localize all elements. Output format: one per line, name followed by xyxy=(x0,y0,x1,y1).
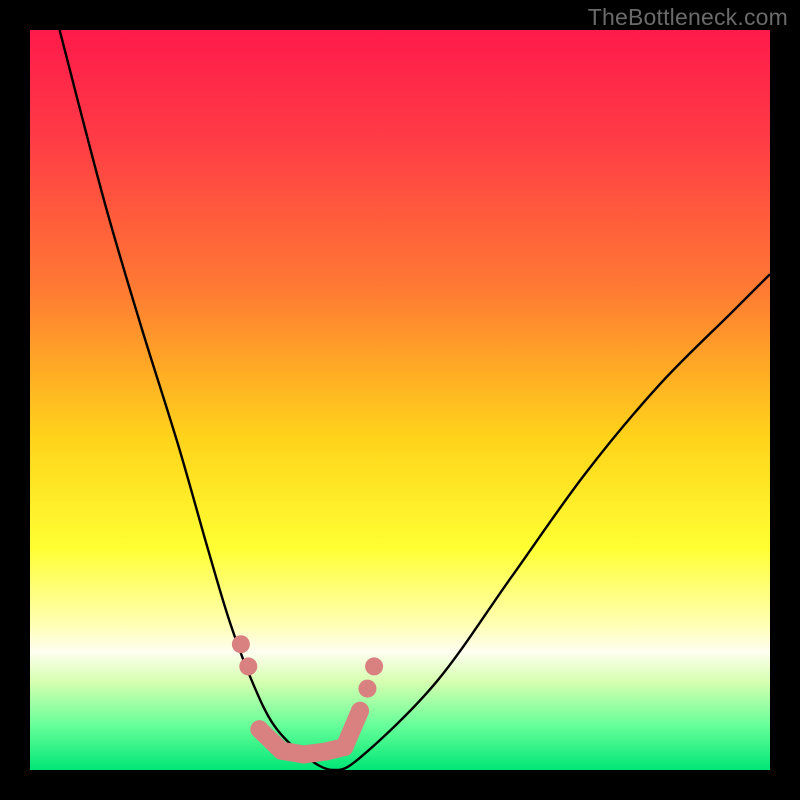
marker-dot xyxy=(295,745,313,763)
chart-frame: TheBottleneck.com xyxy=(0,0,800,800)
plot-area xyxy=(30,30,770,770)
bottleneck-curve xyxy=(60,30,770,770)
marker-dot xyxy=(250,720,268,738)
curve-layer xyxy=(30,30,770,770)
marker-dot xyxy=(317,743,335,761)
watermark-text: TheBottleneck.com xyxy=(588,4,788,31)
marker-dot xyxy=(239,657,257,675)
marker-dot xyxy=(273,742,291,760)
marker-dots xyxy=(232,635,383,763)
marker-dot xyxy=(365,657,383,675)
marker-dot xyxy=(232,635,250,653)
marker-dot xyxy=(358,680,376,698)
marker-dot xyxy=(351,702,369,720)
marker-dot xyxy=(336,738,354,756)
